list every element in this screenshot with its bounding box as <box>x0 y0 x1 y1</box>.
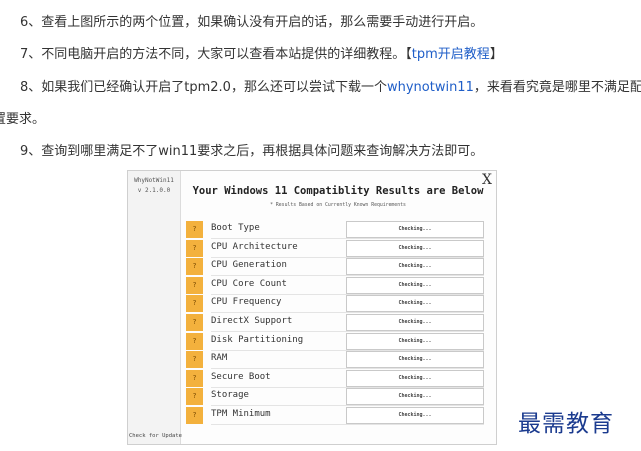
check-status: Checking... <box>398 263 432 270</box>
results-subheading: * Results Based on Currently Known Requi… <box>270 203 406 208</box>
info-badge-icon: ? <box>186 407 203 424</box>
info-badge-icon: ? <box>186 258 203 276</box>
check-status: Checking... <box>398 244 432 251</box>
check-row: ? RAM Checking... <box>186 351 484 370</box>
check-row: ? CPU Generation Checking... <box>186 258 484 277</box>
info-badge-icon: ? <box>186 295 203 313</box>
check-status-box: Checking... <box>346 332 484 350</box>
info-badge-icon: ? <box>186 276 203 294</box>
check-row: ? Boot Type Checking... <box>186 221 484 239</box>
row-divider <box>211 424 484 425</box>
check-label: Storage <box>211 390 249 401</box>
check-label: CPU Architecture <box>211 241 298 252</box>
check-update-button[interactable]: Check for Update <box>129 433 182 439</box>
check-status: Checking... <box>398 281 432 288</box>
check-row: ? CPU Core Count Checking... <box>186 276 484 295</box>
check-status-box: Checking... <box>346 314 484 331</box>
check-status-box: Checking... <box>346 369 484 387</box>
step-8-text-after: ，来看看究竟是哪里不满足配 <box>473 80 641 95</box>
info-badge-icon: ? <box>186 351 203 369</box>
check-row: ? Disk Partitioning Checking... <box>186 332 484 351</box>
check-status-box: Checking... <box>346 388 484 406</box>
check-label: CPU Core Count <box>211 278 287 289</box>
check-status-box: Checking... <box>346 351 484 369</box>
step-8-text: 8、如果我们已经确认开启了tpm2.0，那么还可以尝试下载一个 <box>20 80 387 95</box>
step-7: 7、不同电脑开启的方法不同，大家可以查看本站提供的详细教程。【tpm开启教程】 <box>20 47 503 62</box>
step-8-continued: 置要求。 <box>0 112 46 127</box>
check-label: CPU Generation <box>211 260 287 271</box>
check-status: Checking... <box>398 356 432 363</box>
check-status-box: Checking... <box>346 276 484 294</box>
check-row: ? DirectX Support Checking... <box>186 314 484 332</box>
info-badge-icon: ? <box>186 369 203 387</box>
app-name: WhyNotWin11 <box>134 177 174 184</box>
check-row: ? CPU Architecture Checking... <box>186 239 484 258</box>
whynotwin11-screenshot: WhyNotWin11 v 2.1.0.0 Check for Update X… <box>127 170 497 445</box>
check-status: Checking... <box>398 319 432 325</box>
watermark-logo: 最需教育 <box>518 411 614 437</box>
check-status-box: Checking... <box>346 407 484 424</box>
check-status: Checking... <box>398 393 432 400</box>
step-8: 8、如果我们已经确认开启了tpm2.0，那么还可以尝试下载一个whynotwin… <box>20 78 641 98</box>
check-row: ? Secure Boot Checking... <box>186 369 484 388</box>
app-version: v 2.1.0.0 <box>137 187 171 194</box>
check-status-box: Checking... <box>346 258 484 276</box>
step-7-text: 7、不同电脑开启的方法不同，大家可以查看本站提供的详细教程。 <box>20 47 406 62</box>
check-status-box: Checking... <box>346 239 484 257</box>
check-label: DirectX Support <box>211 316 293 326</box>
info-badge-icon: ? <box>186 332 203 350</box>
check-status-box: Checking... <box>346 295 484 313</box>
app-sidebar: WhyNotWin11 v 2.1.0.0 Check for Update <box>128 171 182 444</box>
check-label: Disk Partitioning <box>211 334 304 345</box>
step-9-text: 9、查询到哪里满足不了win11要求之后，再根据具体问题来查询解决方法即可。 <box>20 144 484 159</box>
results-heading: Your Windows 11 Compatiblity Results are… <box>192 185 484 197</box>
info-badge-icon: ? <box>186 239 203 257</box>
check-status: Checking... <box>398 412 432 418</box>
check-label: Secure Boot <box>211 371 271 382</box>
whynotwin11-link[interactable]: whynotwin11 <box>387 80 474 95</box>
info-badge-icon: ? <box>186 221 203 238</box>
step-6-text: 6、查看上图所示的两个位置，如果确认没有开启的话，那么需要手动进行开启。 <box>20 15 484 30</box>
check-row: ? Storage Checking... <box>186 388 484 407</box>
check-label: CPU Frequency <box>211 297 282 308</box>
info-badge-icon: ? <box>186 388 203 406</box>
check-row: ? TPM Minimum Checking... <box>186 407 484 425</box>
check-row: ? CPU Frequency Checking... <box>186 295 484 314</box>
check-label: Boot Type <box>211 223 260 233</box>
check-status: Checking... <box>398 337 432 344</box>
check-status-box: Checking... <box>346 221 484 238</box>
info-badge-icon: ? <box>186 314 203 331</box>
tpm-tutorial-link[interactable]: tpm开启教程 <box>412 47 490 62</box>
check-label: RAM <box>211 353 228 364</box>
check-status: Checking... <box>398 300 432 307</box>
check-label: TPM Minimum <box>211 409 271 419</box>
check-status: Checking... <box>398 226 432 232</box>
check-status: Checking... <box>398 374 432 381</box>
